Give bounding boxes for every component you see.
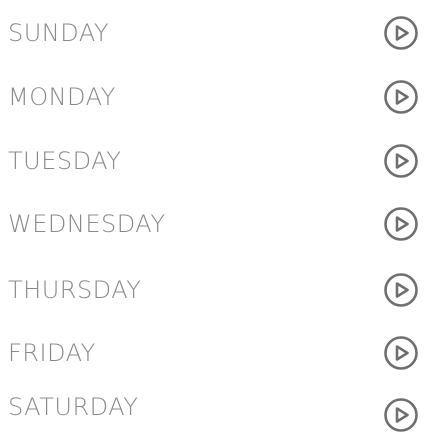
day-label: FRIDAY [8, 339, 96, 367]
play-button-friday[interactable] [383, 335, 419, 371]
play-circle-icon [384, 398, 418, 432]
play-circle-icon [384, 273, 418, 307]
play-button-saturday[interactable] [383, 397, 419, 433]
play-circle-icon [384, 144, 418, 178]
play-circle-icon [384, 336, 418, 370]
play-button-sunday[interactable] [383, 15, 419, 51]
day-label: THURSDAY [8, 276, 142, 304]
play-button-monday[interactable] [383, 79, 419, 115]
day-row-saturday[interactable]: SATURDAY [0, 367, 427, 432]
day-label: TUESDAY [8, 147, 122, 175]
play-button-wednesday[interactable] [383, 206, 419, 242]
day-row-wednesday[interactable]: WEDNESDAY [0, 199, 427, 249]
play-circle-icon [384, 207, 418, 241]
day-label: SATURDAY [8, 393, 139, 421]
day-label: WEDNESDAY [8, 210, 166, 238]
day-label: MONDAY [8, 83, 116, 111]
play-circle-icon [384, 80, 418, 114]
day-row-thursday[interactable]: THURSDAY [0, 265, 427, 315]
day-list: SUNDAY MONDAY TUESDAY WEDNESDAY THURSDAY… [0, 0, 427, 435]
day-label: SUNDAY [8, 19, 110, 47]
day-row-sunday[interactable]: SUNDAY [0, 8, 427, 58]
play-button-tuesday[interactable] [383, 143, 419, 179]
play-circle-icon [384, 16, 418, 50]
play-button-thursday[interactable] [383, 272, 419, 308]
day-row-monday[interactable]: MONDAY [0, 72, 427, 122]
day-row-tuesday[interactable]: TUESDAY [0, 136, 427, 186]
